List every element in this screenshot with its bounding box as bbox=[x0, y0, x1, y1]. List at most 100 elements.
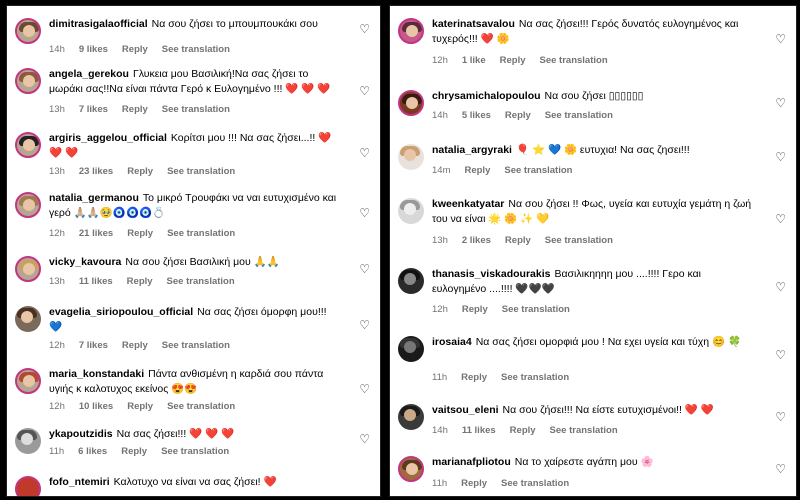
comment-username[interactable]: chrysamichalopoulou bbox=[432, 90, 541, 102]
avatar[interactable] bbox=[15, 476, 41, 496]
reply-button[interactable]: Reply bbox=[461, 372, 487, 383]
see-translation-button[interactable]: See translation bbox=[167, 401, 235, 412]
reply-button[interactable]: Reply bbox=[127, 276, 153, 287]
likes-count[interactable]: 1 like bbox=[462, 55, 486, 66]
see-translation-button[interactable]: See translation bbox=[545, 110, 613, 121]
likes-count[interactable]: 6 likes bbox=[78, 446, 107, 457]
comment-username[interactable]: kweenkatyatar bbox=[432, 198, 504, 210]
see-translation-button[interactable]: See translation bbox=[167, 166, 235, 177]
avatar[interactable] bbox=[398, 456, 424, 482]
comment-username[interactable]: irosaia4 bbox=[432, 336, 472, 348]
avatar[interactable] bbox=[15, 68, 41, 94]
avatar[interactable] bbox=[398, 336, 424, 362]
reply-button[interactable]: Reply bbox=[121, 446, 147, 457]
avatar[interactable] bbox=[398, 404, 424, 430]
like-heart-icon[interactable]: ♡ bbox=[775, 348, 786, 362]
see-translation-button[interactable]: See translation bbox=[167, 228, 235, 239]
like-heart-icon[interactable]: ♡ bbox=[775, 462, 786, 476]
like-heart-icon[interactable]: ♡ bbox=[775, 280, 786, 294]
reply-button[interactable]: Reply bbox=[127, 401, 153, 412]
see-translation-button[interactable]: See translation bbox=[161, 446, 229, 457]
comment-username[interactable]: marianafpliotou bbox=[432, 456, 511, 468]
avatar[interactable] bbox=[398, 144, 424, 170]
see-translation-button[interactable]: See translation bbox=[162, 44, 230, 55]
reply-button[interactable]: Reply bbox=[127, 228, 153, 239]
comment-username[interactable]: angela_gerekou bbox=[49, 68, 129, 80]
see-translation-button[interactable]: See translation bbox=[502, 304, 570, 315]
like-heart-icon[interactable]: ♡ bbox=[359, 262, 370, 276]
reply-button[interactable]: Reply bbox=[510, 425, 536, 436]
avatar[interactable] bbox=[15, 428, 41, 454]
comment-username[interactable]: natalia_germanou bbox=[49, 192, 139, 204]
reply-button[interactable]: Reply bbox=[464, 165, 490, 176]
see-translation-button[interactable]: See translation bbox=[167, 276, 235, 287]
like-heart-icon[interactable]: ♡ bbox=[775, 32, 786, 46]
like-heart-icon[interactable]: ♡ bbox=[775, 410, 786, 424]
like-heart-icon[interactable]: ♡ bbox=[359, 146, 370, 160]
comment-age: 13h bbox=[49, 104, 65, 115]
reply-button[interactable]: Reply bbox=[122, 44, 148, 55]
comment-username[interactable]: fofo_ntemiri bbox=[49, 476, 110, 488]
like-heart-icon[interactable]: ♡ bbox=[775, 150, 786, 164]
comment-username[interactable]: ykapoutzidis bbox=[49, 428, 113, 440]
likes-count[interactable]: 2 likes bbox=[462, 235, 491, 246]
see-translation-button[interactable]: See translation bbox=[540, 55, 608, 66]
see-translation-button[interactable]: See translation bbox=[545, 235, 613, 246]
see-translation-button[interactable]: See translation bbox=[162, 104, 230, 115]
likes-count[interactable]: 9 likes bbox=[79, 44, 108, 55]
comment-text: Να το χαίρεστε αγάπη μου 🌸 bbox=[514, 456, 654, 468]
reply-button[interactable]: Reply bbox=[127, 166, 153, 177]
like-heart-icon[interactable]: ♡ bbox=[359, 382, 370, 396]
reply-button[interactable]: Reply bbox=[500, 55, 526, 66]
likes-count[interactable]: 7 likes bbox=[79, 104, 108, 115]
like-heart-icon[interactable]: ♡ bbox=[775, 96, 786, 110]
likes-count[interactable]: 10 likes bbox=[79, 401, 113, 412]
like-heart-icon[interactable]: ♡ bbox=[359, 318, 370, 332]
see-translation-button[interactable]: See translation bbox=[501, 478, 569, 489]
reply-button[interactable]: Reply bbox=[462, 304, 488, 315]
likes-count[interactable]: 23 likes bbox=[79, 166, 113, 177]
avatar[interactable] bbox=[15, 368, 41, 394]
reply-button[interactable]: Reply bbox=[461, 478, 487, 489]
comment-text: Να σου ζήσει το μπουμπουκάκι σου bbox=[151, 18, 318, 30]
avatar[interactable] bbox=[15, 256, 41, 282]
avatar[interactable] bbox=[15, 18, 41, 44]
comment-username[interactable]: dimitrasigalaofficial bbox=[49, 18, 148, 30]
avatar[interactable] bbox=[398, 90, 424, 116]
comment-username[interactable]: evagelia_siriopoulou_official bbox=[49, 306, 193, 318]
likes-count[interactable]: 11 likes bbox=[462, 425, 496, 436]
comment-item: maria_konstandaki Πάντα ανθισμένη η καρδι… bbox=[7, 364, 380, 420]
likes-count[interactable]: 11 likes bbox=[79, 276, 113, 287]
reply-button[interactable]: Reply bbox=[505, 110, 531, 121]
avatar[interactable] bbox=[15, 132, 41, 158]
like-heart-icon[interactable]: ♡ bbox=[359, 432, 370, 446]
avatar[interactable] bbox=[398, 18, 424, 44]
see-translation-button[interactable]: See translation bbox=[162, 340, 230, 351]
like-heart-icon[interactable]: ♡ bbox=[359, 206, 370, 220]
avatar[interactable] bbox=[15, 306, 41, 332]
likes-count[interactable]: 7 likes bbox=[79, 340, 108, 351]
like-heart-icon[interactable]: ♡ bbox=[359, 22, 370, 36]
reply-button[interactable]: Reply bbox=[122, 104, 148, 115]
comment-username[interactable]: argiris_aggelou_official bbox=[49, 132, 167, 144]
comment-username[interactable]: thanasis_viskadourakis bbox=[432, 268, 550, 280]
comment-username[interactable]: maria_konstandaki bbox=[49, 368, 144, 380]
comment-username[interactable]: katerinatsavalou bbox=[432, 18, 515, 30]
comment-username[interactable]: natalia_argyraki bbox=[432, 144, 512, 156]
avatar[interactable] bbox=[398, 268, 424, 294]
comment-text: Να σας ζήσει!!! ❤️ ❤️ ❤️ bbox=[116, 428, 235, 440]
comment-username[interactable]: vaitsou_eleni bbox=[432, 404, 499, 416]
comment-text: Καλοτυχο να είναι να σας ζήσει! ❤️ bbox=[113, 476, 277, 488]
reply-button[interactable]: Reply bbox=[505, 235, 531, 246]
likes-count[interactable]: 21 likes bbox=[79, 228, 113, 239]
comment-username[interactable]: vicky_kavoura bbox=[49, 256, 121, 268]
likes-count[interactable]: 5 likes bbox=[462, 110, 491, 121]
see-translation-button[interactable]: See translation bbox=[504, 165, 572, 176]
avatar[interactable] bbox=[398, 198, 424, 224]
like-heart-icon[interactable]: ♡ bbox=[359, 84, 370, 98]
see-translation-button[interactable]: See translation bbox=[501, 372, 569, 383]
see-translation-button[interactable]: See translation bbox=[550, 425, 618, 436]
reply-button[interactable]: Reply bbox=[122, 340, 148, 351]
like-heart-icon[interactable]: ♡ bbox=[775, 212, 786, 226]
avatar[interactable] bbox=[15, 192, 41, 218]
